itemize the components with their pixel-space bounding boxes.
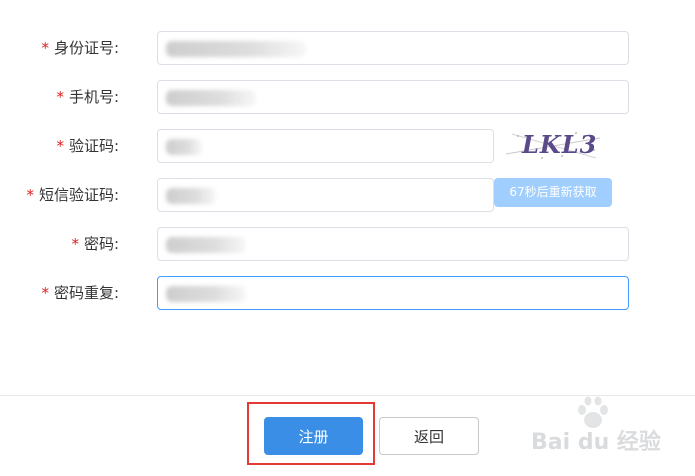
watermark-text: Bai du 经验: [531, 430, 661, 455]
baidu-watermark: Bai du 经验: [525, 394, 685, 455]
form-row-phone: * 手机号:: [0, 80, 695, 114]
required-mark: *: [56, 137, 64, 155]
form-row-password-repeat: * 密码重复:: [0, 276, 695, 310]
id-number-label: * 身份证号:: [41, 39, 119, 57]
redacted-value: [166, 41, 306, 57]
password-repeat-label: * 密码重复:: [41, 284, 119, 302]
sms-code-label: * 短信验证码:: [26, 186, 119, 204]
sms-resend-button[interactable]: 67秒后重新获取: [494, 178, 612, 207]
captcha-label: * 验证码:: [56, 137, 119, 155]
required-mark: *: [71, 235, 79, 253]
sms-code-input[interactable]: [157, 178, 494, 212]
captcha-text: LKL3: [522, 130, 598, 159]
back-button[interactable]: 返回: [379, 417, 479, 455]
password-label: * 密码:: [71, 235, 119, 253]
required-mark: *: [41, 39, 49, 57]
password-input[interactable]: [157, 227, 629, 261]
password-repeat-input[interactable]: [157, 276, 629, 310]
id-number-input[interactable]: [157, 31, 629, 65]
captcha-input[interactable]: [157, 129, 494, 163]
phone-input[interactable]: [157, 80, 629, 114]
redacted-value: [166, 237, 246, 253]
redacted-value: [166, 90, 256, 106]
captcha-image[interactable]: LKL3: [504, 128, 604, 162]
required-mark: *: [26, 186, 34, 204]
required-mark: *: [56, 88, 64, 106]
form-row-id-number: * 身份证号:: [0, 31, 695, 65]
form-row-password: * 密码:: [0, 227, 695, 261]
register-button[interactable]: 注册: [264, 417, 363, 455]
redacted-value: [166, 139, 202, 155]
redacted-value: [166, 286, 246, 302]
register-page: * 身份证号: * 手机号: * 验证码: * 短信验证码: * 密码: * 密码重复:: [0, 0, 695, 476]
redacted-value: [166, 188, 216, 204]
required-mark: *: [41, 284, 49, 302]
phone-label: * 手机号:: [56, 88, 119, 106]
